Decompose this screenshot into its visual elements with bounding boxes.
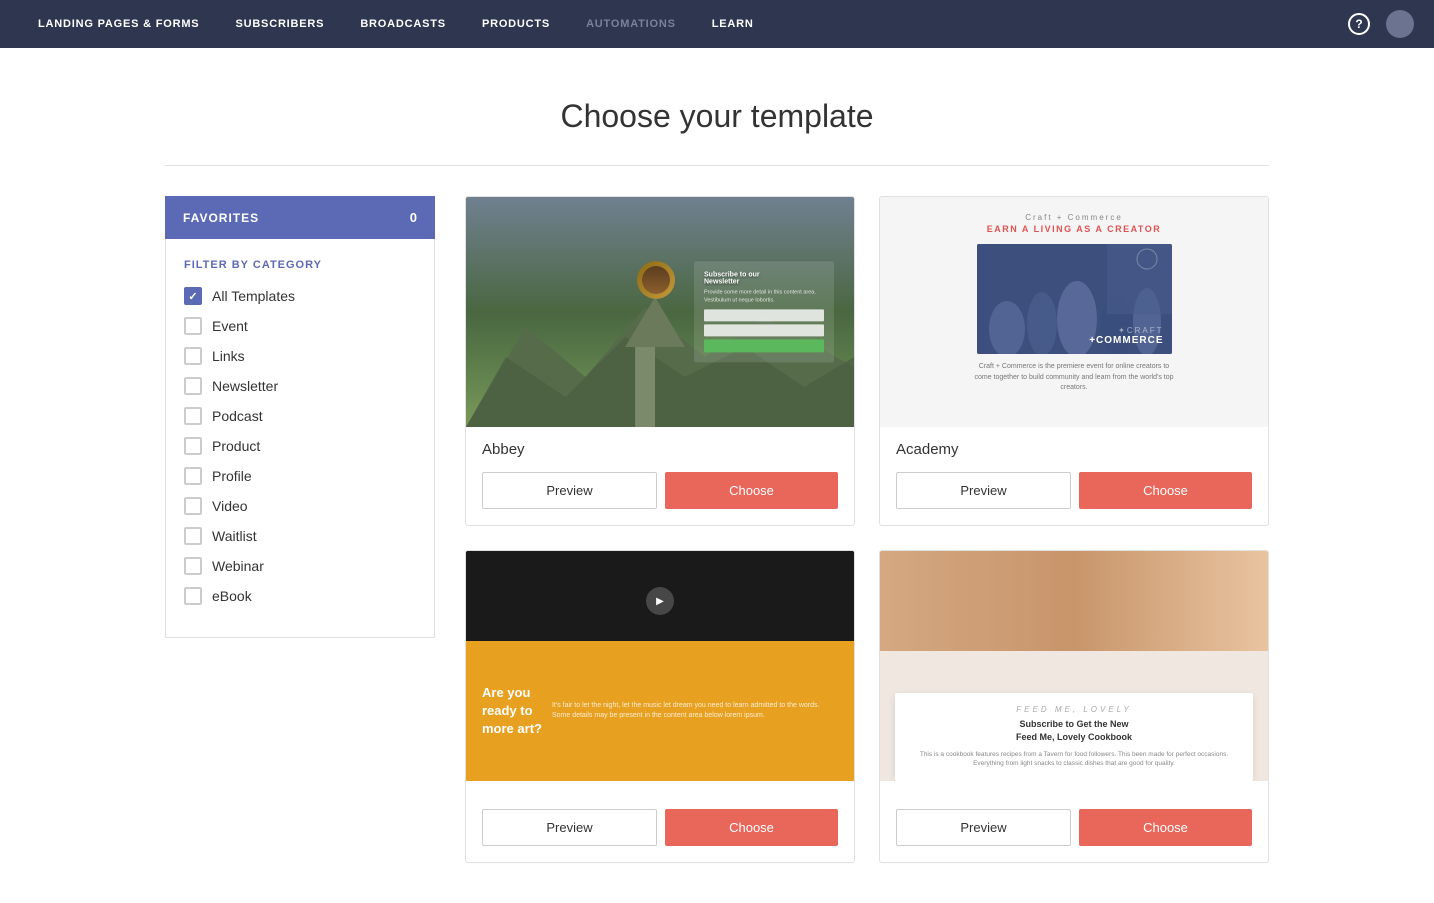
template-preview-art: ▶ Are youready tomore art? It's fair to … — [466, 551, 854, 781]
filter-section: FILTER BY CATEGORY All Templates Event L… — [165, 239, 435, 638]
preview-button-academy[interactable]: Preview — [896, 472, 1071, 509]
category-label-ebook: eBook — [212, 588, 252, 604]
template-preview-academy: Craft + Commerce EARN A LIVING AS A CREA… — [880, 197, 1268, 427]
nav-products[interactable]: PRODUCTS — [464, 0, 568, 48]
checkbox-ebook[interactable] — [184, 587, 202, 605]
category-label-event: Event — [212, 318, 248, 334]
category-ebook[interactable]: eBook — [184, 587, 416, 605]
category-label-profile: Profile — [212, 468, 252, 484]
checkbox-all-templates[interactable] — [184, 287, 202, 305]
main-content: Choose your template FAVORITES 0 FILTER … — [0, 48, 1434, 903]
preview-button-art[interactable]: Preview — [482, 809, 657, 846]
category-profile[interactable]: Profile — [184, 467, 416, 485]
page-title: Choose your template — [0, 98, 1434, 135]
category-label-video: Video — [212, 498, 248, 514]
category-label-webinar: Webinar — [212, 558, 264, 574]
template-card-abbey: Subscribe to ourNewsletter Provide some … — [465, 196, 855, 526]
choose-button-abbey[interactable]: Choose — [665, 472, 838, 509]
template-info-abbey: Abbey Preview Choose — [466, 427, 854, 525]
category-waitlist[interactable]: Waitlist — [184, 527, 416, 545]
help-button[interactable]: ? — [1348, 13, 1370, 35]
category-all-templates[interactable]: All Templates — [184, 287, 416, 305]
academy-craft-logo: ✦CRAFT +COMMERCE — [1089, 326, 1163, 346]
content-area: FAVORITES 0 FILTER BY CATEGORY All Templ… — [0, 196, 1434, 903]
template-card-art: ▶ Are youready tomore art? It's fair to … — [465, 550, 855, 863]
divider — [165, 165, 1269, 166]
category-podcast[interactable]: Podcast — [184, 407, 416, 425]
abbey-person-avatar — [637, 261, 675, 299]
user-avatar[interactable] — [1386, 10, 1414, 38]
nav-right: ? — [1348, 10, 1414, 38]
category-webinar[interactable]: Webinar — [184, 557, 416, 575]
favorites-count: 0 — [410, 210, 417, 225]
preview-button-abbey[interactable]: Preview — [482, 472, 657, 509]
category-video[interactable]: Video — [184, 497, 416, 515]
template-actions-art: Preview Choose — [482, 809, 838, 846]
art-scene: ▶ Are youready tomore art? It's fair to … — [466, 551, 854, 781]
template-info-food: Preview Choose — [880, 781, 1268, 862]
checkbox-profile[interactable] — [184, 467, 202, 485]
nav-landing-pages[interactable]: LANDING PAGES & FORMS — [20, 0, 217, 48]
filter-title: FILTER BY CATEGORY — [184, 259, 416, 271]
category-product[interactable]: Product — [184, 437, 416, 455]
choose-button-food[interactable]: Choose — [1079, 809, 1252, 846]
nav-automations[interactable]: AUTOMATIONS — [568, 0, 694, 48]
checkbox-podcast[interactable] — [184, 407, 202, 425]
choose-button-academy[interactable]: Choose — [1079, 472, 1252, 509]
checkbox-webinar[interactable] — [184, 557, 202, 575]
template-info-academy: Academy Preview Choose — [880, 427, 1268, 525]
template-actions-abbey: Preview Choose — [482, 472, 838, 509]
favorites-label: FAVORITES — [183, 211, 259, 225]
main-nav: LANDING PAGES & FORMS SUBSCRIBERS BROADC… — [0, 0, 1434, 48]
academy-earn-label: EARN A LIVING AS A CREATOR — [987, 224, 1162, 234]
nav-subscribers[interactable]: SUBSCRIBERS — [217, 0, 342, 48]
food-scene: FEED ME, LOVELY Subscribe to Get the New… — [880, 551, 1268, 781]
checkbox-links[interactable] — [184, 347, 202, 365]
templates-grid: Subscribe to ourNewsletter Provide some … — [465, 196, 1269, 863]
nav-learn[interactable]: LEARN — [694, 0, 772, 48]
academy-scene: Craft + Commerce EARN A LIVING AS A CREA… — [880, 197, 1268, 427]
template-card-food: FEED ME, LOVELY Subscribe to Get the New… — [879, 550, 1269, 863]
category-links[interactable]: Links — [184, 347, 416, 365]
checkbox-newsletter[interactable] — [184, 377, 202, 395]
template-preview-abbey: Subscribe to ourNewsletter Provide some … — [466, 197, 854, 427]
academy-header: Craft + Commerce EARN A LIVING AS A CREA… — [987, 213, 1162, 234]
category-label-product: Product — [212, 438, 260, 454]
category-label-all-templates: All Templates — [212, 288, 295, 304]
template-name-academy: Academy — [896, 441, 1252, 458]
academy-description: Craft + Commerce is the premiere event f… — [974, 362, 1174, 394]
template-actions-food: Preview Choose — [896, 809, 1252, 846]
checkbox-product[interactable] — [184, 437, 202, 455]
nav-items: LANDING PAGES & FORMS SUBSCRIBERS BROADC… — [20, 0, 1348, 48]
checkbox-waitlist[interactable] — [184, 527, 202, 545]
template-info-art: Preview Choose — [466, 781, 854, 862]
checkbox-video[interactable] — [184, 497, 202, 515]
category-label-links: Links — [212, 348, 245, 364]
checkbox-event[interactable] — [184, 317, 202, 335]
sidebar: FAVORITES 0 FILTER BY CATEGORY All Templ… — [165, 196, 435, 863]
template-card-academy: Craft + Commerce EARN A LIVING AS A CREA… — [879, 196, 1269, 526]
category-event[interactable]: Event — [184, 317, 416, 335]
preview-button-food[interactable]: Preview — [896, 809, 1071, 846]
page-title-section: Choose your template — [0, 48, 1434, 165]
template-name-abbey: Abbey — [482, 441, 838, 458]
category-newsletter[interactable]: Newsletter — [184, 377, 416, 395]
academy-craft-label: Craft + Commerce — [987, 213, 1162, 222]
template-preview-food: FEED ME, LOVELY Subscribe to Get the New… — [880, 551, 1268, 781]
category-label-podcast: Podcast — [212, 408, 263, 424]
choose-button-art[interactable]: Choose — [665, 809, 838, 846]
abbey-scene: Subscribe to ourNewsletter Provide some … — [466, 197, 854, 427]
favorites-button[interactable]: FAVORITES 0 — [165, 196, 435, 239]
academy-image: ✦CRAFT +COMMERCE — [977, 244, 1172, 354]
category-label-waitlist: Waitlist — [212, 528, 257, 544]
category-label-newsletter: Newsletter — [212, 378, 278, 394]
abbey-form-box: Subscribe to ourNewsletter Provide some … — [694, 261, 834, 362]
nav-broadcasts[interactable]: BROADCASTS — [342, 0, 464, 48]
template-actions-academy: Preview Choose — [896, 472, 1252, 509]
